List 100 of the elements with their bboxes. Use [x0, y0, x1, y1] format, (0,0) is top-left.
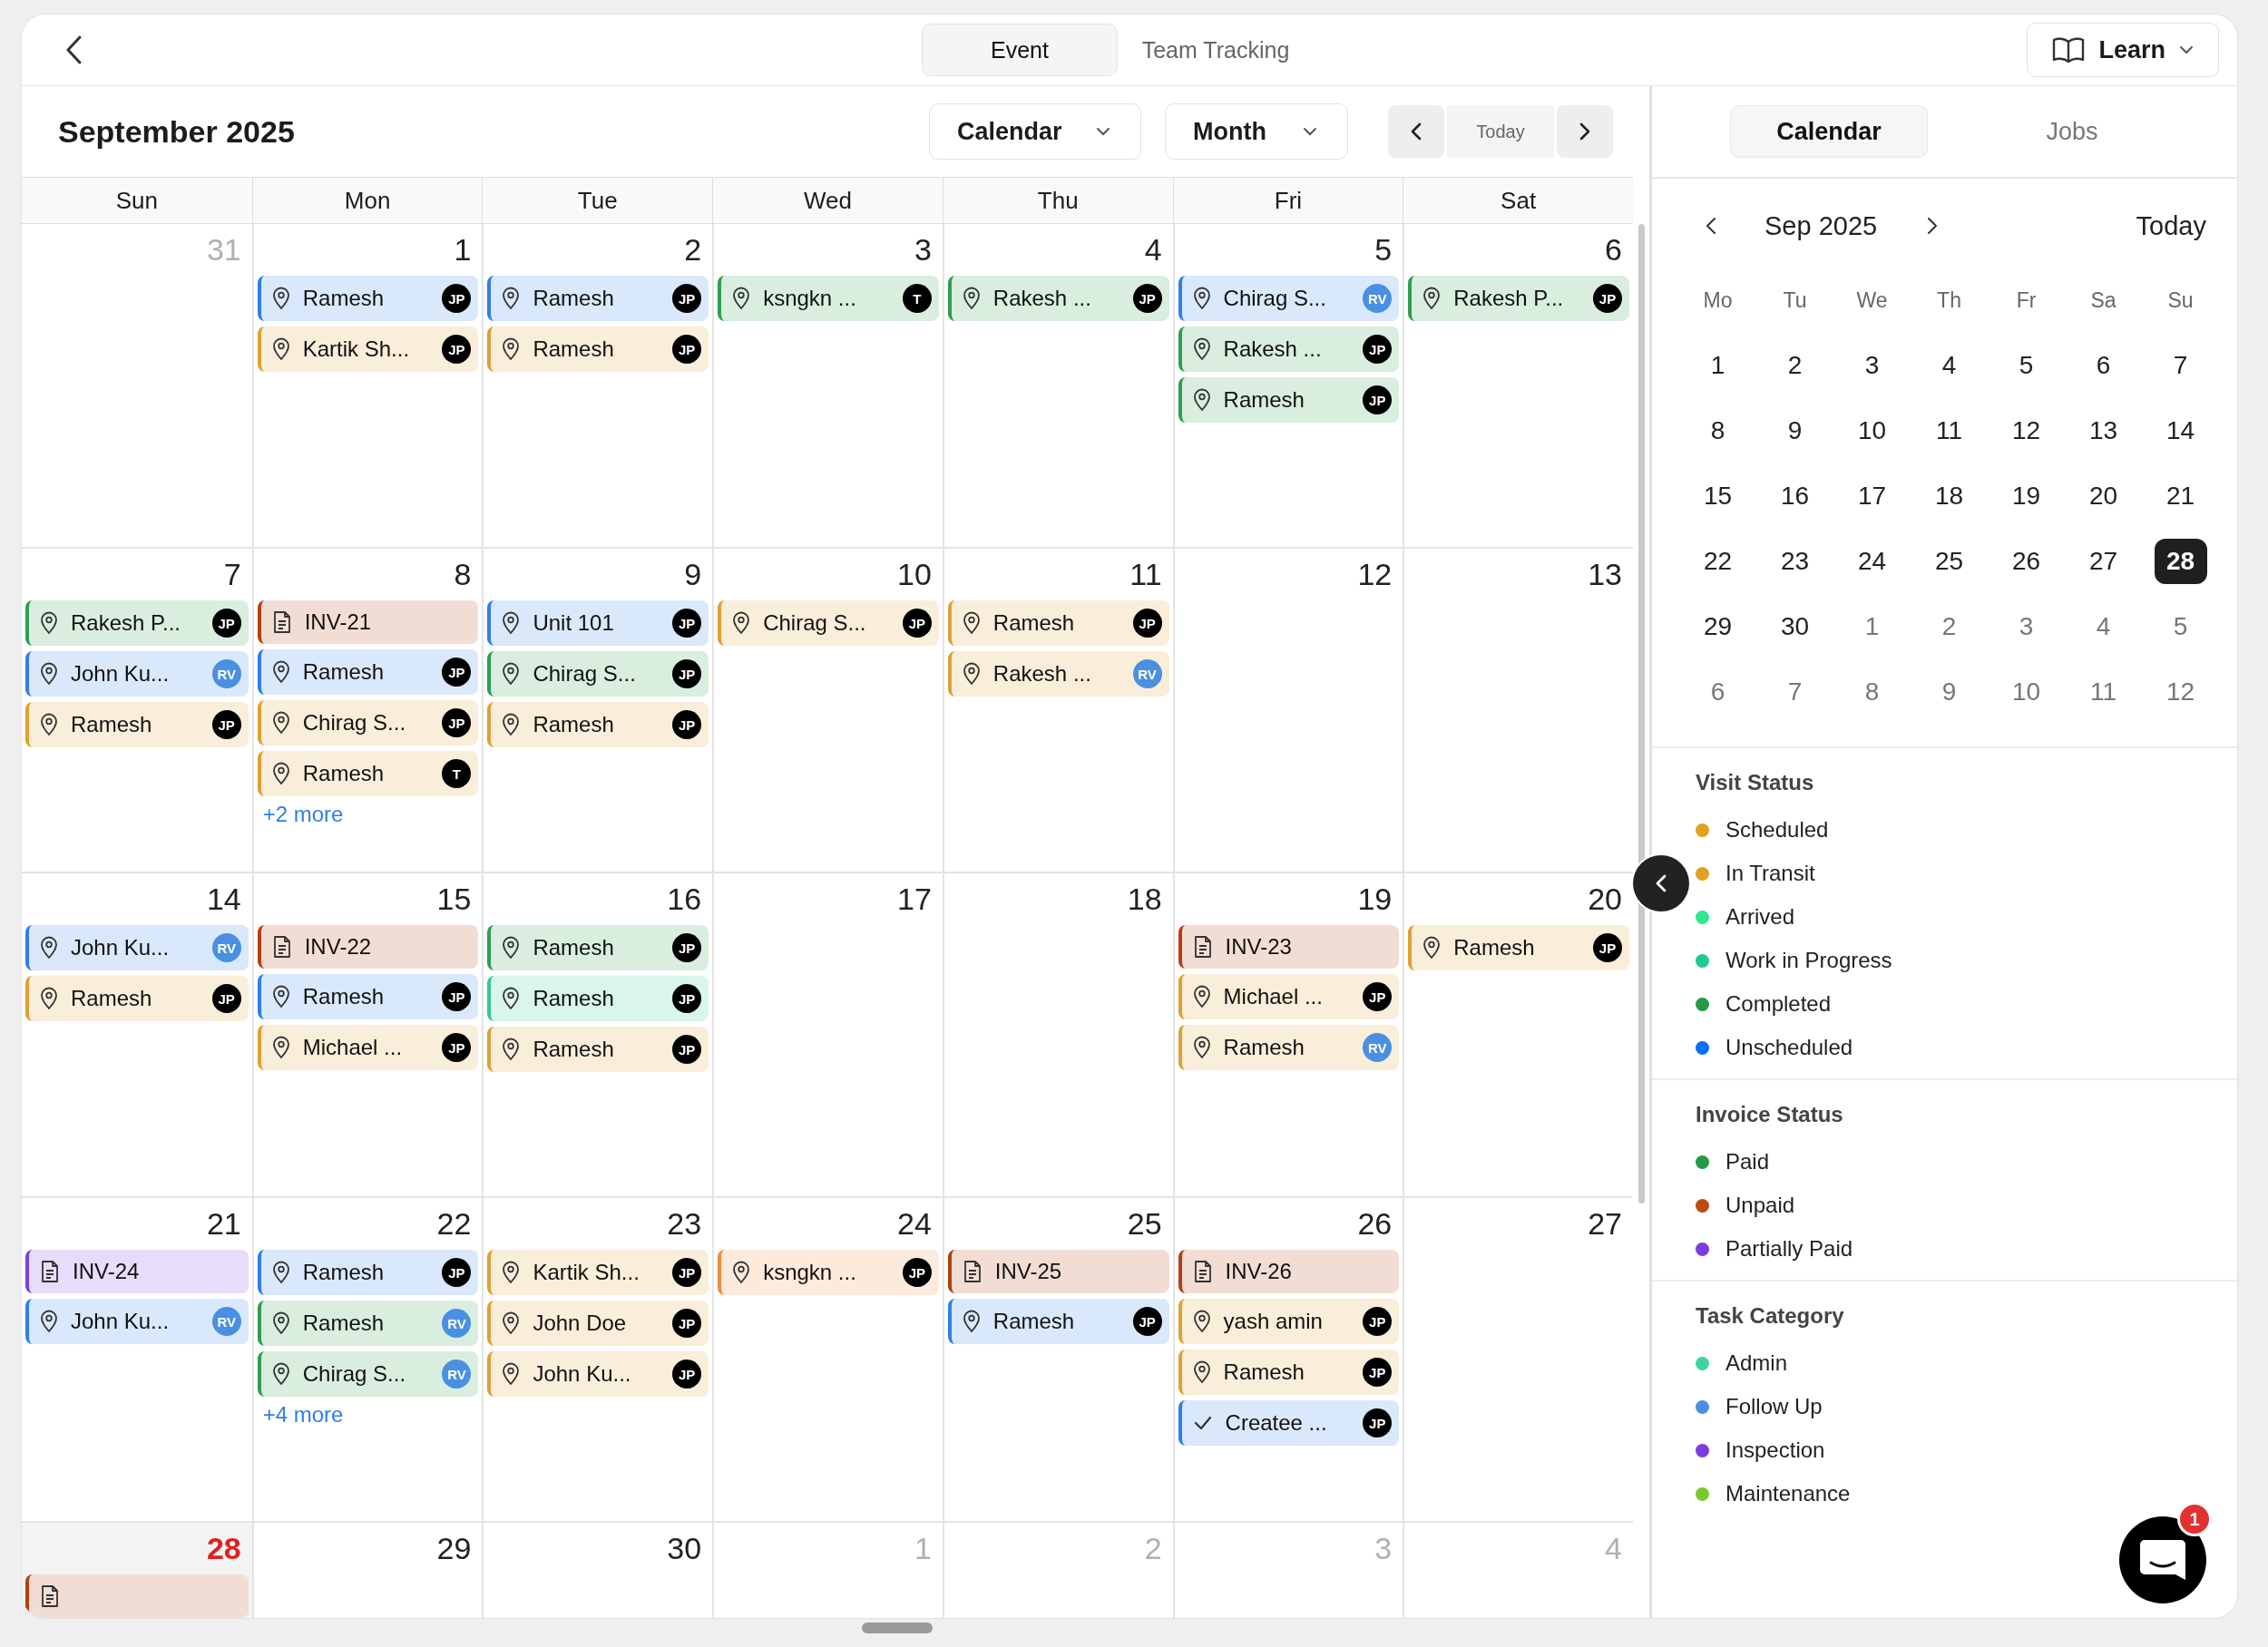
visit-chip[interactable]: Chirag S... JP: [718, 600, 939, 647]
today-button[interactable]: Today: [1447, 105, 1554, 158]
visit-chip[interactable]: Ramesh JP: [487, 1027, 709, 1073]
visit-chip[interactable]: Ramesh RV: [1178, 1025, 1400, 1071]
date-cell[interactable]: 10: [1999, 669, 2053, 715]
visit-chip[interactable]: Ramesh JP: [257, 974, 479, 1020]
invoice-chip[interactable]: INV-21: [257, 600, 479, 645]
date-cell[interactable]: 18: [1922, 473, 1976, 519]
calendar-dropdown[interactable]: Calendar: [929, 103, 1141, 160]
date-cell[interactable]: 14: [2154, 408, 2207, 453]
visit-chip[interactable]: John Ku... JP: [487, 1351, 709, 1398]
date-cell[interactable]: 25: [1922, 539, 1976, 584]
date-cell[interactable]: 12: [2154, 669, 2207, 715]
date-cell[interactable]: 1: [1691, 343, 1745, 388]
visit-chip[interactable]: Ramesh JP: [257, 276, 479, 322]
date-cell[interactable]: 13: [2077, 408, 2130, 453]
visit-chip[interactable]: Unit 101 JP: [487, 600, 709, 647]
visit-chip[interactable]: yash amin JP: [1178, 1299, 1400, 1345]
visit-chip[interactable]: Ramesh JP: [1178, 377, 1400, 424]
visit-chip[interactable]: John Ku... RV: [25, 925, 249, 971]
visit-chip[interactable]: Rakesh ... RV: [947, 651, 1169, 697]
date-cell[interactable]: 4: [2077, 604, 2130, 649]
visit-chip[interactable]: Ramesh JP: [257, 1250, 479, 1296]
date-cell[interactable]: 15: [1691, 473, 1745, 519]
visit-chip[interactable]: Chirag S... RV: [257, 1351, 479, 1398]
panel-tab[interactable]: Jobs: [1973, 105, 2171, 158]
date-cell[interactable]: 6: [1691, 669, 1745, 715]
date-cell[interactable]: 2: [1922, 604, 1976, 649]
visit-chip[interactable]: Michael ... JP: [1178, 974, 1400, 1020]
date-cell[interactable]: 19: [1999, 473, 2053, 519]
visit-chip[interactable]: Ramesh JP: [257, 649, 479, 696]
visit-chip[interactable]: Ramesh JP: [25, 702, 249, 748]
date-cell[interactable]: 23: [1768, 539, 1822, 584]
date-cell[interactable]: 11: [2077, 669, 2130, 715]
date-cell[interactable]: 3: [1999, 604, 2053, 649]
visit-chip[interactable]: John Ku... RV: [25, 651, 249, 697]
visit-chip[interactable]: Chirag S... JP: [487, 651, 709, 697]
visit-chip[interactable]: John Doe JP: [487, 1301, 709, 1347]
visit-chip[interactable]: Ramesh JP: [1408, 925, 1629, 971]
visit-chip[interactable]: Chirag S... RV: [1178, 276, 1400, 322]
date-cell[interactable]: 10: [1845, 408, 1899, 453]
date-cell[interactable]: 8: [1845, 669, 1899, 715]
invoice-chip[interactable]: INV-25: [947, 1250, 1169, 1294]
visit-chip[interactable]: Kartik Sh... JP: [257, 326, 479, 373]
date-cell[interactable]: 29: [1691, 604, 1745, 649]
date-cell[interactable]: 24: [1845, 539, 1899, 584]
date-cell[interactable]: 11: [1922, 408, 1976, 453]
visit-chip[interactable]: ksngkn ... JP: [718, 1250, 939, 1296]
date-cell[interactable]: 9: [1922, 669, 1976, 715]
visit-chip[interactable]: Rakesh P... JP: [25, 600, 249, 647]
date-cell[interactable]: 27: [2077, 539, 2130, 584]
visit-chip[interactable]: Ramesh RV: [257, 1301, 479, 1347]
date-cell[interactable]: 28: [2154, 539, 2207, 584]
today-button[interactable]: Today: [2136, 210, 2206, 241]
date-cell[interactable]: 5: [1999, 343, 2053, 388]
date-cell[interactable]: 3: [1845, 343, 1899, 388]
visit-chip[interactable]: Ramesh JP: [487, 326, 709, 373]
date-cell[interactable]: 30: [1768, 604, 1822, 649]
visit-chip[interactable]: Ramesh JP: [487, 702, 709, 748]
visit-chip[interactable]: Ramesh JP: [1178, 1350, 1400, 1396]
date-cell[interactable]: 9: [1768, 408, 1822, 453]
visit-chip[interactable]: Kartik Sh... JP: [487, 1250, 709, 1296]
invoice-chip[interactable]: INV-23: [1178, 925, 1400, 970]
visit-chip[interactable]: Ramesh JP: [487, 925, 709, 971]
panel-tab[interactable]: Calendar: [1730, 105, 1928, 158]
view-tab[interactable]: Event: [922, 24, 1118, 76]
visit-chip[interactable]: Rakesh ... JP: [947, 276, 1169, 322]
date-cell[interactable]: 8: [1691, 408, 1745, 453]
invoice-chip[interactable]: INV-26: [1178, 1250, 1400, 1294]
date-cell[interactable]: 7: [2154, 343, 2207, 388]
date-cell[interactable]: 6: [2077, 343, 2130, 388]
date-cell[interactable]: 17: [1845, 473, 1899, 519]
date-cell[interactable]: 1: [1845, 604, 1899, 649]
visit-chip[interactable]: Rakesh ... JP: [1178, 326, 1400, 373]
visit-chip[interactable]: Ramesh JP: [947, 600, 1169, 647]
visit-chip[interactable]: Chirag S... JP: [257, 700, 479, 746]
visit-chip[interactable]: Ramesh JP: [947, 1299, 1169, 1345]
visit-chip[interactable]: Ramesh JP: [487, 976, 709, 1022]
date-cell[interactable]: 22: [1691, 539, 1745, 584]
invoice-chip[interactable]: INV-22: [257, 925, 479, 970]
visit-chip[interactable]: Ramesh JP: [25, 976, 249, 1022]
visit-chip[interactable]: John Ku... RV: [25, 1299, 249, 1345]
task-chip[interactable]: Createe ... JP: [1178, 1400, 1400, 1447]
visit-chip[interactable]: ksngkn ... T: [718, 276, 939, 322]
visit-chip[interactable]: Rakesh P... JP: [1408, 276, 1629, 322]
visit-chip[interactable]: Ramesh JP: [487, 276, 709, 322]
view-tab[interactable]: Team Tracking: [1118, 24, 1314, 76]
visit-chip[interactable]: Ramesh T: [257, 751, 479, 797]
range-dropdown[interactable]: Month: [1165, 103, 1348, 160]
more-link[interactable]: +2 more: [257, 802, 344, 828]
date-cell[interactable]: 12: [1999, 408, 2053, 453]
date-cell[interactable]: 20: [2077, 473, 2130, 519]
date-cell[interactable]: 5: [2154, 604, 2207, 649]
invoice-chip[interactable]: INV-24: [25, 1250, 249, 1294]
date-cell[interactable]: 26: [1999, 539, 2053, 584]
date-cell[interactable]: 21: [2154, 473, 2207, 519]
date-cell[interactable]: 2: [1768, 343, 1822, 388]
date-cell[interactable]: 7: [1768, 669, 1822, 715]
visit-chip[interactable]: Michael ... JP: [257, 1025, 479, 1071]
more-link[interactable]: +4 more: [257, 1402, 344, 1428]
